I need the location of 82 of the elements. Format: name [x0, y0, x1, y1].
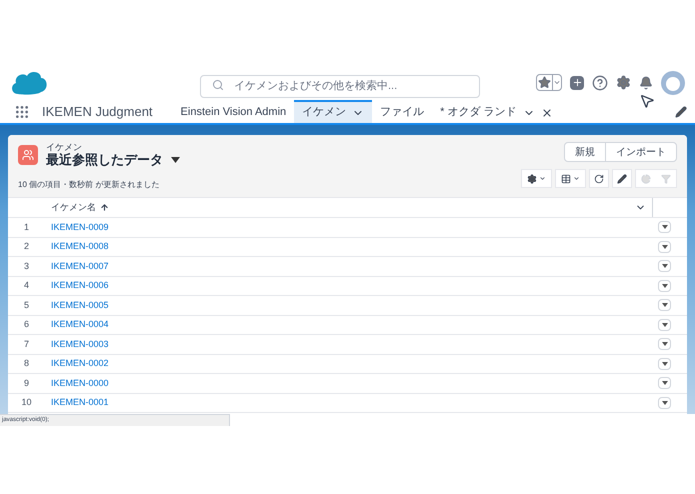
record-link[interactable]: IKEMEN-0008 — [45, 240, 109, 254]
row-number: 4 — [22, 279, 30, 292]
display-menu-button[interactable] — [555, 169, 586, 188]
row-number: 7 — [22, 338, 30, 350]
refresh-button[interactable] — [589, 169, 609, 188]
record-link[interactable]: IKEMEN-0001 — [45, 396, 109, 410]
record-link[interactable]: IKEMEN-0006 — [45, 279, 109, 292]
row-action-button[interactable] — [658, 240, 671, 253]
add-button[interactable] — [570, 76, 584, 90]
help-icon[interactable] — [592, 74, 608, 90]
object-label: イケメン — [46, 142, 83, 152]
action-button[interactable]: 新規 — [564, 142, 606, 162]
search-icon — [212, 79, 224, 91]
dropdown-caret-icon[interactable] — [171, 157, 180, 163]
row-action-button[interactable] — [658, 280, 671, 292]
record-link[interactable]: IKEMEN-0003 — [45, 338, 109, 351]
record-link[interactable]: IKEMEN-0009 — [45, 220, 109, 234]
row-action-button[interactable] — [658, 377, 671, 390]
row-number: 9 — [22, 376, 30, 390]
row-action-button[interactable] — [658, 299, 671, 312]
caret-icon — [539, 175, 546, 182]
caret-icon — [662, 362, 668, 366]
search-field[interactable]: イケメンおよびその他を検索中... — [200, 74, 480, 98]
row-action-button[interactable] — [658, 318, 671, 331]
settings-menu-button[interactable] — [521, 169, 552, 188]
record-link[interactable]: IKEMEN-0007 — [45, 260, 109, 273]
record-link[interactable]: IKEMEN-0004 — [45, 318, 109, 332]
caret-icon — [662, 303, 668, 308]
row-number: 3 — [22, 260, 30, 272]
star-icon — [538, 76, 551, 89]
people-icon — [22, 149, 34, 161]
caret-icon — [552, 75, 561, 90]
mouse-cursor-icon — [639, 93, 655, 109]
row-action-button[interactable] — [658, 338, 671, 350]
row-number: 2 — [22, 240, 30, 253]
caret-icon — [662, 400, 668, 405]
record-link[interactable]: IKEMEN-0002 — [45, 357, 109, 370]
row-number: 10 — [20, 396, 32, 409]
gear-icon — [527, 174, 537, 184]
column-header[interactable]: イケメン名 — [45, 198, 653, 217]
edit-button[interactable] — [612, 169, 632, 188]
caret-icon — [662, 342, 668, 346]
nav-tab[interactable]: イケメン — [294, 100, 372, 123]
refresh-icon — [594, 174, 604, 184]
nav-tab[interactable]: Einstein Vision Admin — [172, 100, 294, 123]
row-action-button[interactable] — [658, 221, 671, 234]
settings-icon[interactable] — [616, 75, 631, 90]
caret-icon — [662, 225, 668, 230]
close-icon[interactable] — [540, 106, 553, 118]
cloud-logo — [10, 70, 48, 96]
bell-icon[interactable] — [639, 76, 653, 90]
plus-icon — [572, 77, 582, 88]
pie-chart-icon — [641, 174, 651, 184]
row-number: 8 — [22, 357, 30, 370]
list-status-text: 10 個の項目・数秒前 が更新されました — [18, 179, 160, 191]
row-number: 5 — [22, 298, 30, 312]
favorites-button[interactable] — [536, 74, 562, 91]
edit-icon[interactable] — [675, 106, 687, 118]
nav-tab[interactable]: * オクダ ランド — [432, 100, 561, 123]
action-button[interactable]: インポート — [605, 142, 677, 162]
pencil-icon — [617, 174, 627, 184]
app-name: IKEMEN Judgment — [42, 102, 153, 121]
caret-icon — [662, 322, 668, 327]
caret-icon — [662, 244, 668, 249]
row-number: 1 — [22, 220, 30, 234]
table-icon — [561, 174, 571, 184]
row-action-button[interactable] — [658, 396, 671, 409]
record-link[interactable]: IKEMEN-0000 — [45, 376, 109, 390]
sort-arrow-icon — [100, 203, 109, 212]
app-launcher-icon[interactable] — [14, 104, 30, 120]
record-link[interactable]: IKEMEN-0005 — [45, 298, 109, 312]
caret-icon — [662, 381, 668, 386]
row-action-button[interactable] — [658, 260, 671, 272]
list-view-title: 最近参照したデータ — [46, 152, 163, 168]
caret-icon — [662, 264, 668, 268]
caret-icon — [573, 175, 580, 182]
caret-icon — [662, 284, 668, 288]
column-label: イケメン名 — [51, 200, 96, 214]
row-number: 6 — [22, 318, 30, 331]
nav-tab[interactable]: ファイル — [372, 100, 432, 123]
row-action-button[interactable] — [658, 358, 671, 370]
filter-icon — [661, 174, 671, 184]
